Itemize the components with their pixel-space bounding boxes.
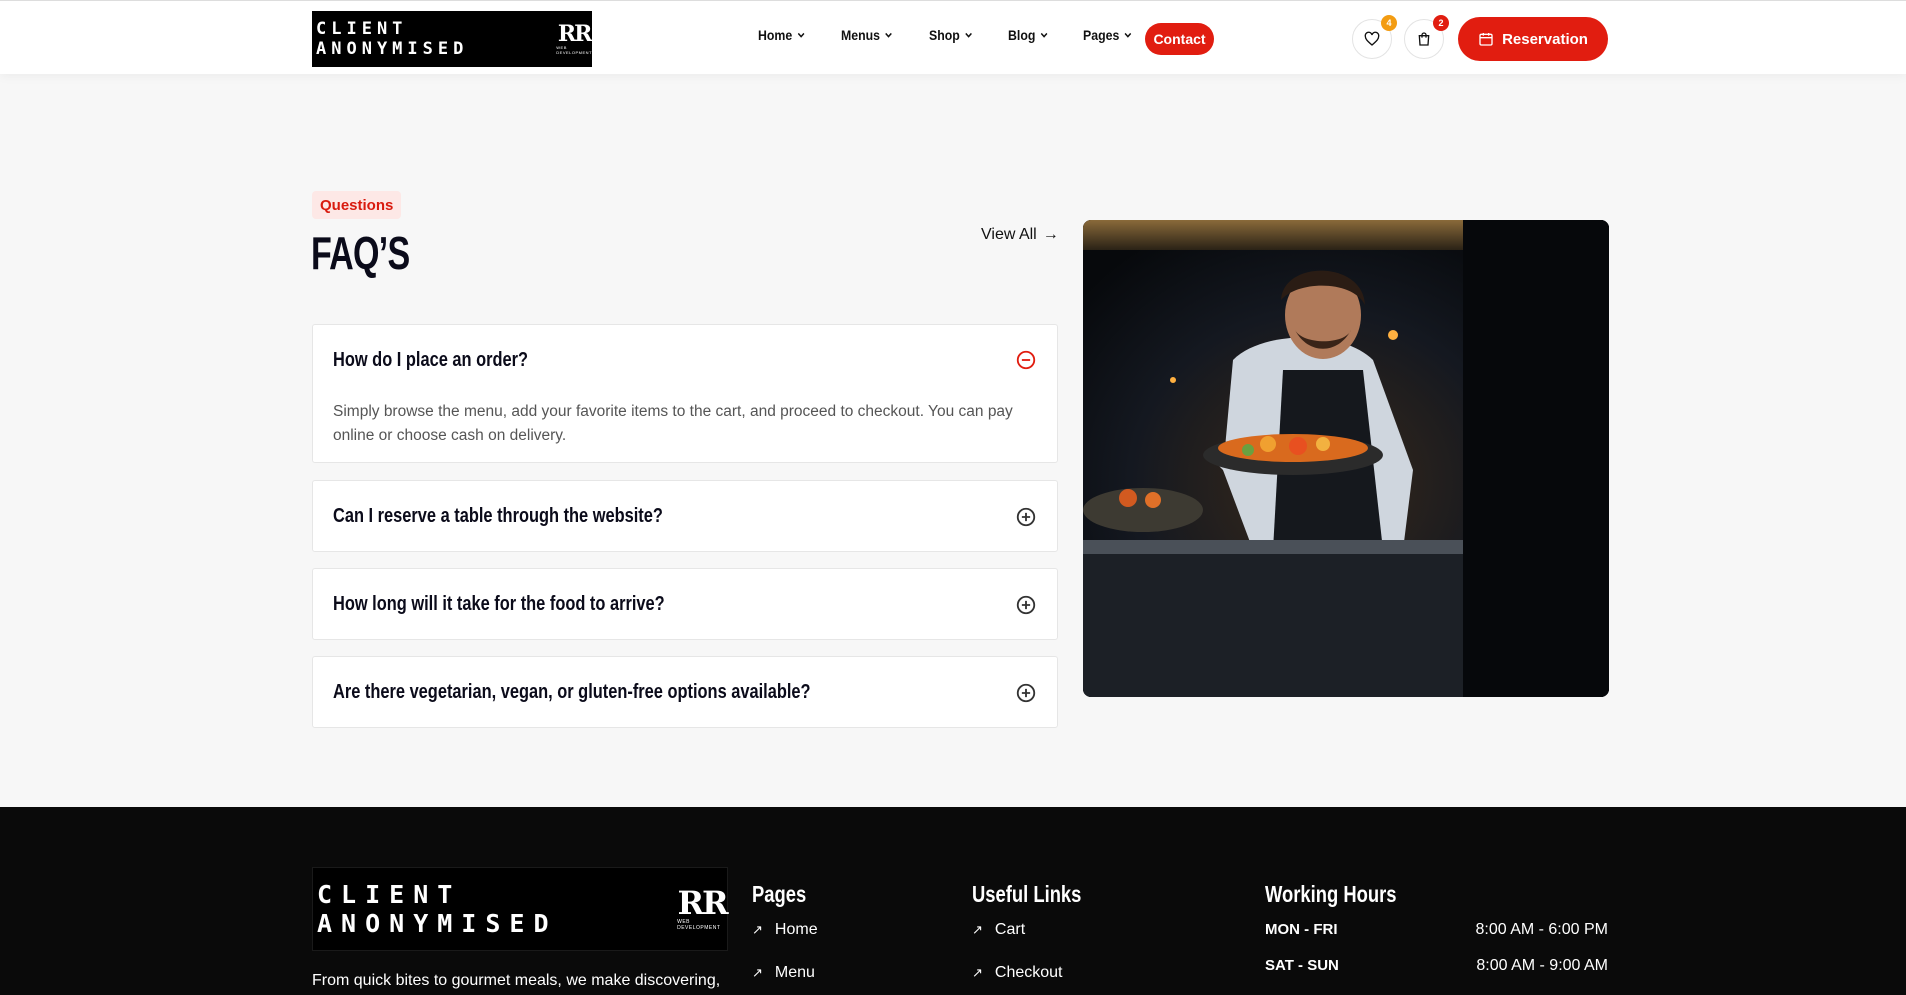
- footer-logo-text: CLIENT ANONYMISED: [317, 880, 558, 938]
- section-tag: Questions: [312, 191, 402, 219]
- site-footer: CLIENT ANONYMISED RR WEB DEVELOPMENT Fro…: [0, 807, 1906, 995]
- nav-item-menus[interactable]: Menus: [841, 27, 893, 43]
- footer-link-checkout[interactable]: ↗ Checkout: [972, 964, 1063, 982]
- arrow-right-icon: →: [1042, 226, 1059, 243]
- footer-description: From quick bites to gourmet meals, we ma…: [312, 972, 721, 989]
- chevron-down-icon: [1041, 32, 1048, 38]
- calendar-icon: [1479, 33, 1493, 46]
- logo-text: CLIENT ANONYMISED: [316, 19, 469, 59]
- footer-logo[interactable]: CLIENT ANONYMISED RR WEB DEVELOPMENT: [312, 867, 729, 951]
- hours-time: 8:00 AM - 9:00 AM: [1476, 957, 1608, 974]
- faq-question: How long will it take for the food to ar…: [333, 593, 665, 615]
- hours-day: SAT - SUN: [1265, 957, 1339, 974]
- footer-link-home[interactable]: ↗ Home: [752, 921, 818, 939]
- plus-circle-icon[interactable]: [1015, 506, 1037, 528]
- faq-item[interactable]: How long will it take for the food to ar…: [312, 568, 1058, 640]
- faq-item[interactable]: Can I reserve a table through the websit…: [312, 480, 1058, 552]
- footer-pages-title: Pages: [752, 881, 807, 907]
- wishlist-button[interactable]: 4: [1352, 15, 1397, 59]
- main-nav: Home Menus Shop Blog Pages: [758, 27, 1169, 43]
- shopping-bag-icon: [1418, 32, 1430, 46]
- chef-photo-illustration: [1083, 220, 1609, 697]
- page-title: FAQ’S: [311, 227, 410, 279]
- faq-answer: Simply browse the menu, add your favorit…: [333, 403, 1013, 444]
- faq-question: Can I reserve a table through the websit…: [333, 505, 663, 527]
- arrow-up-right-icon: ↗: [972, 965, 983, 980]
- view-all-link[interactable]: View All →: [981, 226, 1059, 244]
- faq-item[interactable]: Are there vegetarian, vegan, or gluten-f…: [312, 656, 1058, 728]
- nav-item-shop[interactable]: Shop: [929, 27, 973, 43]
- heart-icon: [1364, 31, 1380, 46]
- site-header: CLIENT ANONYMISED RR WEB DEVELOPMENT Hom…: [0, 0, 1906, 74]
- plus-circle-icon[interactable]: [1015, 594, 1037, 616]
- nav-item-pages[interactable]: Pages: [1083, 27, 1132, 43]
- footer-hours-title: Working Hours: [1265, 881, 1397, 907]
- cart-count-badge: 2: [1433, 15, 1449, 31]
- chevron-down-icon: [1125, 32, 1132, 38]
- nav-item-home[interactable]: Home: [758, 27, 805, 43]
- chevron-down-icon: [797, 32, 805, 38]
- faq-question: Are there vegetarian, vegan, or gluten-f…: [333, 681, 811, 703]
- site-logo[interactable]: CLIENT ANONYMISED RR WEB DEVELOPMENT: [312, 11, 592, 67]
- wishlist-count-badge: 4: [1381, 15, 1397, 31]
- chevron-down-icon: [885, 32, 893, 38]
- arrow-up-right-icon: ↗: [972, 922, 983, 937]
- reservation-button[interactable]: Reservation: [1458, 17, 1608, 61]
- footer-useful-title: Useful Links: [972, 881, 1082, 907]
- footer-logo-mark: RR WEB DEVELOPMENT: [677, 884, 729, 931]
- footer-link-menu[interactable]: ↗ Menu: [752, 964, 815, 982]
- cart-button[interactable]: 2: [1404, 15, 1449, 59]
- chef-cooking-photo: [1083, 220, 1609, 697]
- faq-question: How do I place an order?: [333, 349, 529, 371]
- chevron-down-icon: [965, 32, 973, 38]
- nav-contact-button[interactable]: Contact: [1145, 23, 1214, 55]
- arrow-up-right-icon: ↗: [752, 922, 763, 937]
- logo-mark: RR WEB DEVELOPMENT: [556, 21, 593, 55]
- arrow-up-right-icon: ↗: [752, 965, 763, 980]
- minus-circle-icon[interactable]: [1015, 349, 1037, 371]
- footer-link-cart[interactable]: ↗ Cart: [972, 921, 1025, 939]
- faq-item[interactable]: How do I place an order? Simply browse t…: [312, 324, 1058, 463]
- nav-item-blog[interactable]: Blog: [1008, 27, 1048, 43]
- plus-circle-icon[interactable]: [1015, 682, 1037, 704]
- hours-day: MON - FRI: [1265, 921, 1338, 938]
- hours-time: 8:00 AM - 6:00 PM: [1475, 921, 1608, 938]
